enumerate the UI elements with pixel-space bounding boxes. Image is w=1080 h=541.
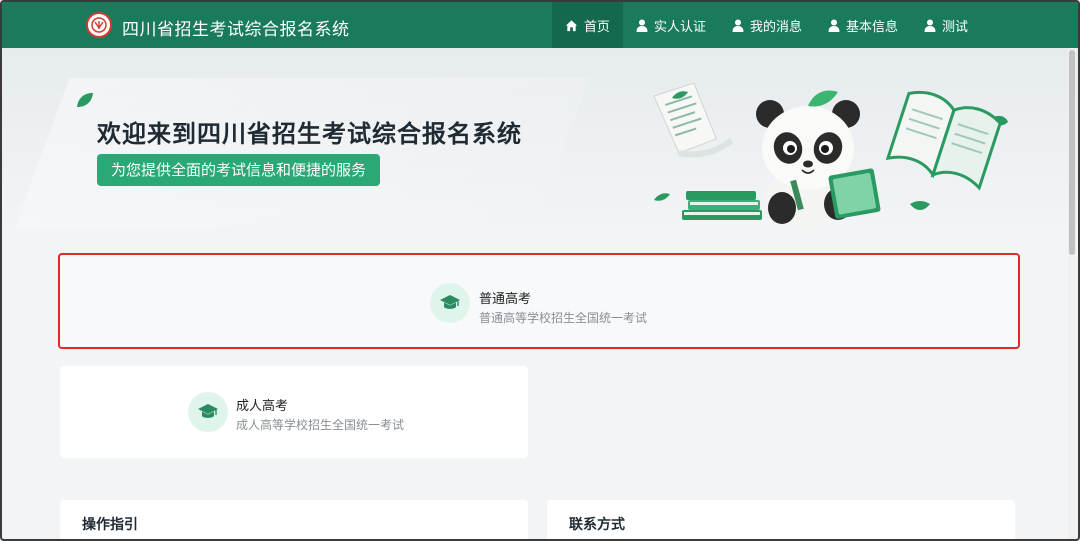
nav-item-label: 基本信息: [845, 19, 898, 35]
operation-guide-panel: 操作指引: [60, 500, 528, 539]
exam-card-gaokao[interactable]: 普通高考 普通高等学校招生全国统一考试: [58, 253, 1020, 349]
panda-mascot-illustration: [653, 82, 1008, 228]
exam-card-adult-exam[interactable]: 成人高考 成人高等学校招生全国统一考试: [60, 366, 528, 458]
system-title: 四川省招生考试综合报名系统: [122, 20, 350, 40]
user-icon: [828, 19, 840, 32]
exam-title: 普通高考: [479, 292, 532, 307]
exam-description: 成人高等学校招生全国统一考试: [236, 418, 405, 432]
logo-icon: [86, 12, 112, 38]
exam-title: 成人高考: [236, 399, 289, 414]
nav-item-my-messages[interactable]: 我的消息: [719, 2, 815, 48]
app-window: 四川省招生考试综合报名系统 首页 实人认证 我的消息 基本信息 测试 欢迎来到四…: [0, 0, 1080, 541]
welcome-banner: 欢迎来到四川省招生考试综合报名系统 为您提供全面的考试信息和便捷的服务: [2, 48, 1078, 232]
exam-description: 普通高等学校招生全国统一考试: [479, 311, 648, 325]
nav-item-identity-verification[interactable]: 实人认证: [623, 2, 719, 48]
banner-decoration: [14, 78, 590, 228]
nav-item-basic-info[interactable]: 基本信息: [815, 2, 911, 48]
leaf-icon: [77, 93, 93, 107]
panel-title: 操作指引: [82, 517, 138, 533]
nav-item-test[interactable]: 测试: [911, 2, 1078, 48]
home-icon: [565, 19, 577, 31]
user-icon: [636, 19, 648, 32]
top-nav-bar: 四川省招生考试综合报名系统 首页 实人认证 我的消息 基本信息 测试: [2, 2, 1078, 48]
welcome-heading: 欢迎来到四川省招生考试综合报名系统: [97, 120, 522, 148]
main-nav: 首页 实人认证 我的消息 基本信息 测试: [551, 2, 1078, 48]
nav-item-label: 首页: [583, 19, 610, 35]
user-icon: [924, 19, 936, 32]
contact-panel: 联系方式: [547, 500, 1015, 539]
nav-item-label: 我的消息: [749, 19, 802, 35]
nav-item-label: 测试: [941, 19, 968, 35]
graduation-cap-icon: [430, 283, 470, 323]
page-scrollbar[interactable]: [1068, 48, 1076, 539]
panel-title: 联系方式: [569, 517, 625, 533]
scrollbar-thumb[interactable]: [1069, 50, 1075, 255]
banner-subtitle: 为您提供全面的考试信息和便捷的服务: [97, 154, 381, 186]
nav-item-label: 实人认证: [653, 19, 706, 35]
graduation-cap-icon: [188, 392, 228, 432]
user-icon: [732, 19, 744, 32]
nav-item-home[interactable]: 首页: [551, 2, 623, 48]
